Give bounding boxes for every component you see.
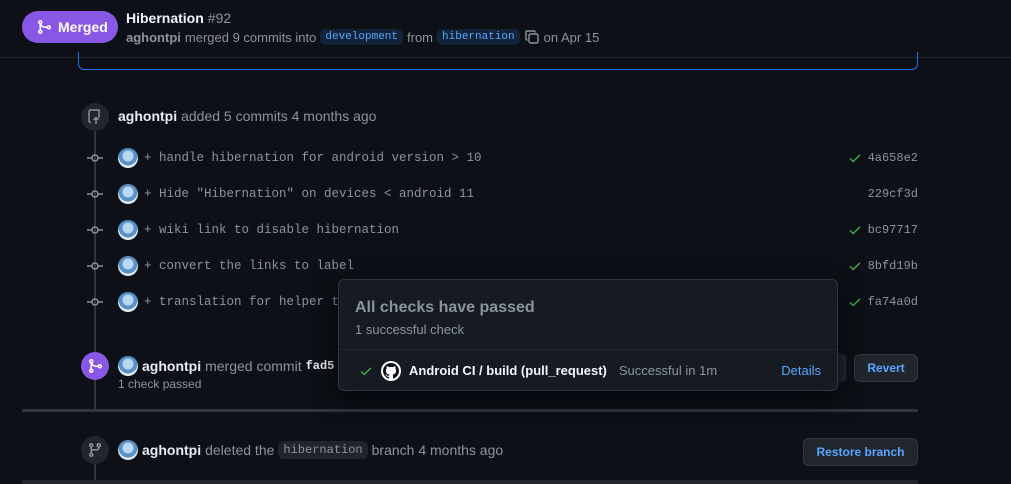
event-description: added 5 commits 4 months ago	[181, 108, 377, 124]
merge-commit-sha-link[interactable]: fad5	[306, 359, 335, 373]
copy-icon[interactable]	[524, 29, 540, 45]
check-run-name: Android CI / build (pull_request)	[409, 363, 607, 378]
deleted-branch-name: hibernation	[278, 441, 368, 459]
timeline-divider	[22, 409, 918, 412]
merge-event: aghontpi merged commit fad5	[118, 356, 334, 376]
merged-badge-label: Merged	[58, 19, 108, 35]
popover-subtitle: 1 successful check	[355, 322, 465, 337]
check-icon[interactable]	[848, 259, 862, 273]
event-actor-link[interactable]: aghontpi	[142, 358, 201, 374]
head-branch-link[interactable]: hibernation	[437, 29, 520, 45]
git-commit-icon	[86, 221, 104, 239]
pr-header: Merged Hibernation #92 aghontpi merged 9 …	[0, 0, 1011, 58]
restore-branch-button[interactable]: Restore branch	[803, 438, 918, 466]
commit-message-link[interactable]: + handle hibernation for android version…	[144, 151, 482, 165]
commit-row: + convert the links to label 8bfd19b	[86, 254, 918, 278]
event-description-suffix: branch 4 months ago	[371, 442, 504, 458]
git-merge-icon	[38, 20, 52, 34]
pr-title-text: Hibernation	[126, 10, 204, 26]
git-merge-icon	[81, 352, 109, 380]
commit-row: + Hide "Hibernation" on devices < androi…	[86, 182, 918, 206]
check-run-row: Android CI / build (pull_request) Succes…	[339, 349, 837, 391]
commit-row: + wiki link to disable hibernation bc977…	[86, 218, 918, 242]
event-actor-link[interactable]: aghontpi	[118, 108, 177, 124]
event-description: deleted the	[205, 442, 275, 458]
commit-message-link[interactable]: + translation for helper te	[144, 295, 347, 309]
avatar[interactable]	[118, 220, 138, 240]
event-actor-link[interactable]: aghontpi	[142, 442, 201, 458]
avatar[interactable]	[118, 292, 138, 312]
check-icon[interactable]	[848, 295, 862, 309]
pr-author-link[interactable]: aghontpi	[126, 30, 181, 45]
check-icon	[360, 367, 372, 375]
timeline-bottom-edge	[22, 480, 918, 484]
commit-sha-link[interactable]: 4a658e2	[868, 151, 918, 165]
base-branch-link[interactable]: development	[320, 29, 404, 45]
check-icon[interactable]	[848, 151, 862, 165]
avatar[interactable]	[118, 184, 138, 204]
commit-sha-link[interactable]: bc97717	[868, 223, 918, 237]
branch-deleted-event: aghontpi deleted the hibernation branch …	[118, 440, 503, 460]
details-link[interactable]: Details	[781, 363, 821, 378]
merge-date: on Apr 15	[543, 29, 600, 45]
commit-sha-link[interactable]: 229cf3d	[868, 187, 918, 201]
avatar[interactable]	[118, 256, 138, 276]
commit-message-link[interactable]: + wiki link to disable hibernation	[144, 223, 399, 237]
check-icon[interactable]	[848, 223, 862, 237]
pr-title: Hibernation #92	[126, 10, 231, 26]
git-commit-icon	[86, 185, 104, 203]
checks-passed-link[interactable]: 1 check passed	[118, 377, 201, 391]
repo-push-icon	[81, 103, 109, 131]
checks-popover: All checks have passed 1 successful chec…	[338, 279, 838, 391]
check-run-status: Successful in 1m	[618, 363, 718, 378]
event-description: merged commit	[205, 358, 302, 374]
description-box-edge	[78, 52, 918, 70]
commit-sha-link[interactable]: fa74a0d	[868, 295, 918, 309]
git-commit-icon	[86, 149, 104, 167]
git-commit-icon	[86, 257, 104, 275]
revert-button[interactable]: Revert	[854, 354, 918, 382]
git-commit-icon	[86, 293, 104, 311]
commit-sha-link[interactable]: 8bfd19b	[868, 259, 918, 273]
commit-message-link[interactable]: + Hide "Hibernation" on devices < androi…	[144, 187, 474, 201]
pr-number: #92	[207, 10, 232, 26]
merged-status-badge: Merged	[22, 11, 118, 43]
popover-title: All checks have passed	[355, 299, 535, 316]
commit-message-link[interactable]: + convert the links to label	[144, 259, 354, 273]
avatar[interactable]	[118, 356, 138, 376]
from-text: from	[407, 29, 434, 45]
git-branch-icon	[81, 436, 109, 464]
commits-added-event: aghontpi added 5 commits 4 months ago	[118, 108, 376, 124]
avatar[interactable]	[118, 148, 138, 168]
pr-subtitle: aghontpi merged 9 commits into developme…	[126, 29, 599, 45]
avatar[interactable]	[118, 440, 138, 460]
commit-row: + handle hibernation for android version…	[86, 146, 918, 170]
github-logo-icon	[381, 360, 401, 381]
merged-text: merged 9 commits into	[184, 29, 317, 45]
